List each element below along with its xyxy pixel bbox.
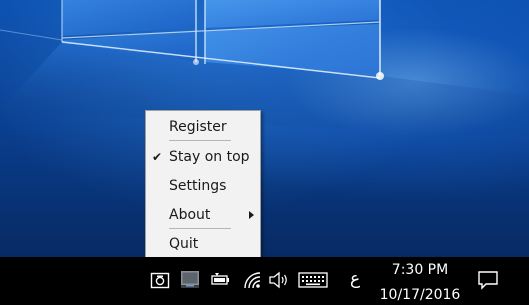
screen-app-icon[interactable] xyxy=(180,269,200,289)
wifi-icon[interactable] xyxy=(242,270,262,290)
tray-context-menu: Register ✔ Stay on top Settings About Qu… xyxy=(145,110,261,258)
clock-date: 10/17/2016 xyxy=(379,287,461,303)
clock-time: 7:30 PM xyxy=(391,262,449,278)
menu-item-quit[interactable]: Quit xyxy=(146,231,260,257)
desktop-wallpaper xyxy=(0,0,529,257)
touch-keyboard-icon[interactable] xyxy=(298,270,328,290)
menu-item-register[interactable]: Register xyxy=(146,114,260,140)
action-center-icon[interactable] xyxy=(477,269,499,291)
taskbar: ع 7:30 PM 10/17/2016 xyxy=(0,257,529,305)
battery-icon[interactable] xyxy=(210,270,230,290)
windows-logo-wallpaper xyxy=(0,0,529,140)
checkmark-icon: ✔ xyxy=(152,150,163,164)
menu-separator xyxy=(169,140,231,141)
taskbar-clock[interactable]: 7:30 PM 10/17/2016 xyxy=(376,260,464,305)
menu-item-about-label: About xyxy=(169,207,211,223)
menu-item-about[interactable]: About xyxy=(146,202,260,228)
menu-separator xyxy=(169,228,231,229)
input-language-indicator[interactable]: ع xyxy=(350,268,360,290)
menu-item-quit-label: Quit xyxy=(169,236,199,252)
menu-item-settings[interactable]: Settings xyxy=(146,173,260,199)
menu-item-stay-on-top[interactable]: ✔ Stay on top xyxy=(146,144,260,170)
menu-item-stay-on-top-label: Stay on top xyxy=(169,149,250,165)
app-camera-icon[interactable] xyxy=(150,270,170,290)
menu-item-settings-label: Settings xyxy=(169,178,227,194)
menu-item-register-label: Register xyxy=(169,119,227,135)
volume-icon[interactable] xyxy=(268,270,288,290)
submenu-arrow-icon xyxy=(249,211,254,219)
